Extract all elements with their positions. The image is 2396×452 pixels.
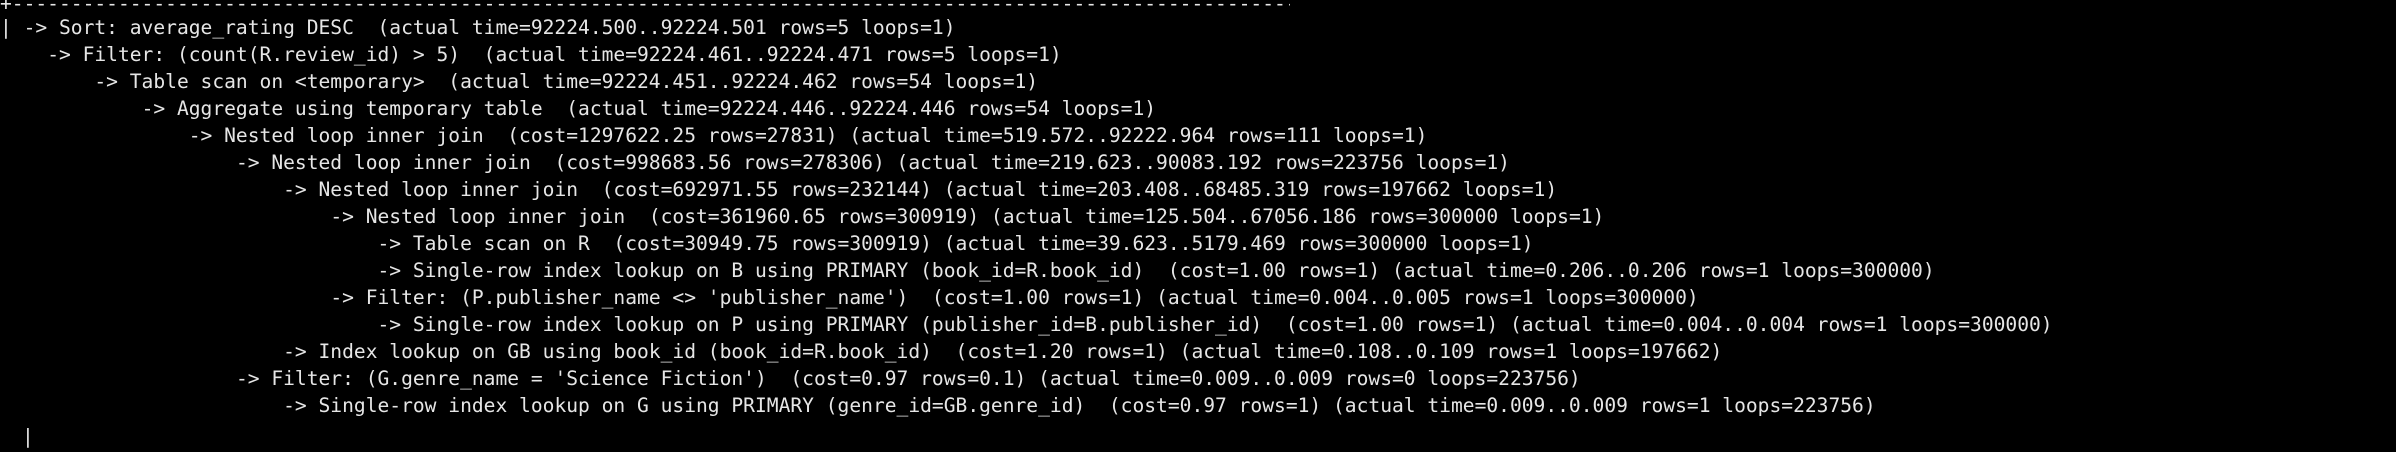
plan-line: -> Single-row index lookup on G using PR… [0,392,2053,419]
plan-line: -> Aggregate using temporary table (actu… [0,95,2053,122]
terminal-window[interactable]: +---------------------------------------… [0,0,2396,452]
plan-line: -> Nested loop inner join (cost=998683.5… [0,149,2053,176]
plan-line: -> Filter: (count(R.review_id) > 5) (act… [0,41,2053,68]
plan-line: -> Filter: (G.genre_name = 'Science Fict… [0,365,2053,392]
plan-line-text: -> Table scan on <temporary> (actual tim… [94,70,1039,93]
plan-line-text: -> Nested loop inner join (cost=1297622.… [188,124,1428,147]
plan-line: -> Table scan on R (cost=30949.75 rows=3… [0,230,2053,257]
plan-line: | -> Sort: average_rating DESC (actual t… [0,14,2053,41]
plan-line-text: -> Nested loop inner join (cost=692971.5… [283,178,1558,201]
plan-line-text: -> Single-row index lookup on G using PR… [283,394,1876,417]
plan-line: -> Nested loop inner join (cost=692971.5… [0,176,2053,203]
plan-line-indent [0,394,283,417]
plan-line-text: -> Index lookup on GB using book_id (boo… [283,340,1723,363]
plan-line-indent [0,286,330,309]
plan-line-text: -> Aggregate using temporary table (actu… [141,97,1157,120]
terminal-cursor: | [22,425,34,448]
plan-line-indent [0,70,94,93]
plan-line: -> Nested loop inner join (cost=361960.6… [0,203,2053,230]
plan-line-text: -> Filter: (count(R.review_id) > 5) (act… [47,43,1062,66]
plan-line-indent [0,124,189,147]
plan-line-indent [0,340,283,363]
plan-line-indent [0,178,283,201]
plan-line-indent [0,43,47,66]
plan-line: -> Nested loop inner join (cost=1297622.… [0,122,2053,149]
plan-line: -> Single-row index lookup on P using PR… [0,311,2053,338]
plan-line-indent [0,97,142,120]
plan-line-text: -> Filter: (G.genre_name = 'Science Fict… [235,367,1581,390]
plan-line-text: -> Nested loop inner join (cost=998683.5… [235,151,1510,174]
plan-line-text: -> Single-row index lookup on B using PR… [377,259,1935,282]
plan-line: -> Filter: (P.publisher_name <> 'publish… [0,284,2053,311]
plan-line-indent [0,232,378,255]
plan-line-text: -> Sort: average_rating DESC (actual tim… [11,16,956,39]
plan-line-text: -> Filter: (P.publisher_name <> 'publish… [330,286,1699,309]
plan-line-indent [0,151,236,174]
plan-line-indent [0,259,378,282]
plan-line-indent [0,205,330,228]
plan-line: -> Index lookup on GB using book_id (boo… [0,338,2053,365]
plan-line-text: -> Nested loop inner join (cost=361960.6… [330,205,1605,228]
explain-plan-output: | -> Sort: average_rating DESC (actual t… [0,14,2053,419]
plan-line-indent [0,313,378,336]
plan-line: -> Table scan on <temporary> (actual tim… [0,68,2053,95]
table-row-border: | [0,16,12,39]
plan-line-text: -> Table scan on R (cost=30949.75 rows=3… [377,232,1534,255]
plan-line: -> Single-row index lookup on B using PR… [0,257,2053,284]
plan-line-text: -> Single-row index lookup on P using PR… [377,313,2053,336]
plan-line-indent [0,367,236,390]
